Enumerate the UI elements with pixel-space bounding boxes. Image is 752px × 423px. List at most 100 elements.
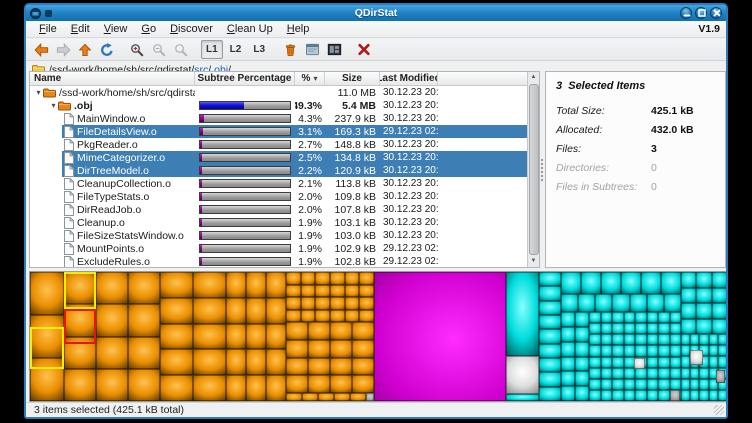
treemap-tile-cyan[interactable] [589, 312, 601, 323]
treemap-tile-white[interactable] [506, 356, 539, 394]
maximize-button[interactable] [695, 7, 707, 19]
treemap-tile-cyan[interactable] [506, 272, 539, 356]
treemap-tile-cyan[interactable] [635, 368, 647, 379]
treemap-tile-cyan[interactable] [664, 294, 681, 312]
treemap-tile-cyan[interactable] [601, 345, 612, 357]
treemap-tile-cyan[interactable] [539, 286, 561, 301]
treemap-tile-cyan[interactable] [635, 345, 647, 357]
treemap-tile-cyan[interactable] [601, 379, 612, 390]
treemap-tile-orange[interactable] [128, 304, 160, 337]
treemap-tile-orange[interactable] [193, 349, 226, 375]
treemap-tile-cyan[interactable] [575, 327, 589, 342]
resize-grip[interactable] [714, 405, 724, 415]
treemap-tile-orange[interactable] [352, 340, 374, 358]
treemap-tile-cyan[interactable] [681, 319, 696, 334]
treemap-tile-cyan[interactable] [670, 334, 681, 345]
treemap-tile-orange[interactable] [308, 375, 330, 393]
treemap-tile-cyan[interactable] [601, 312, 612, 323]
treemap-tile-cyan[interactable] [658, 390, 670, 401]
menu-go[interactable]: Go [134, 23, 163, 35]
treemap-tile-cyan[interactable] [709, 345, 718, 356]
up-button[interactable] [75, 40, 95, 59]
treemap-tile-cyan[interactable] [589, 390, 601, 401]
treemap-tile-cyan[interactable] [612, 357, 624, 368]
treemap-tile-cyan[interactable] [630, 294, 647, 312]
treemap-tile-orange[interactable] [315, 310, 330, 322]
table-row[interactable]: FileTypeStats.o2.0%109.8 kB30.12.23 20:4… [30, 190, 539, 203]
treemap-tile-orange[interactable] [193, 375, 226, 401]
title-bar[interactable]: QDirStat [26, 5, 726, 21]
treemap-tile-cyan[interactable] [658, 334, 670, 345]
table-row[interactable]: MountPoints.o1.9%102.9 kB29.12.23 02:52 [30, 242, 539, 255]
treemap-tile-orange[interactable] [246, 298, 266, 324]
menu-discover[interactable]: Discover [163, 23, 220, 35]
treemap-tile-cyan[interactable] [647, 379, 658, 390]
treemap-tile-cyan[interactable] [612, 390, 624, 401]
treemap-tile-cyan[interactable] [641, 272, 661, 294]
table-row[interactable]: ▾.obj49.3%5.4 MB30.12.23 20:43 [30, 99, 539, 112]
treemap-tile-orange[interactable] [359, 285, 374, 297]
treemap-tile-orange[interactable] [345, 272, 359, 285]
treemap-tile-cyan[interactable] [624, 323, 635, 334]
treemap-tile-orange[interactable] [352, 358, 374, 375]
treemap-tile-cyan[interactable] [670, 379, 681, 390]
treemap-tile-cyan[interactable] [539, 387, 561, 401]
treemap-tile-orange[interactable] [359, 297, 374, 310]
menu-edit[interactable]: Edit [64, 23, 97, 35]
treemap-tile-cyan[interactable] [635, 312, 647, 323]
treemap-tile-cyan[interactable] [612, 379, 624, 390]
treemap-tile-cyan[interactable] [561, 327, 575, 342]
treemap-tile-orange[interactable] [345, 310, 359, 322]
table-row[interactable]: PkgReader.o2.7%148.8 kB30.12.23 20:43 [30, 138, 539, 151]
treemap-tile-cyan[interactable] [658, 357, 670, 368]
treemap-tile-orange[interactable] [160, 298, 193, 324]
treemap-tile-cyan[interactable] [658, 345, 670, 357]
treemap-tile-cyan[interactable] [658, 368, 670, 379]
treemap-tile-orange[interactable] [345, 285, 359, 297]
treemap-tile-cyan[interactable] [561, 342, 575, 357]
treemap-tile-gray[interactable] [670, 390, 680, 401]
treemap-tile-orange[interactable] [128, 337, 160, 369]
treemap-tile-orange[interactable] [226, 272, 246, 298]
treemap-tile-orange[interactable] [286, 272, 301, 285]
treemap-tile-cyan[interactable] [690, 379, 699, 390]
treemap-tile-cyan[interactable] [539, 358, 561, 372]
treemap-tile-orange[interactable] [286, 322, 308, 340]
treemap-tile-orange[interactable] [315, 297, 330, 310]
treemap-tile-cyan[interactable] [624, 379, 635, 390]
treemap-tile-orange[interactable] [246, 324, 266, 349]
treemap-tile-orange[interactable] [193, 324, 226, 349]
forward-button[interactable] [53, 40, 73, 59]
treemap-tile-orange[interactable] [352, 322, 374, 340]
treemap-tile-orange[interactable] [160, 272, 193, 298]
treemap-tile-cyan[interactable] [635, 379, 647, 390]
treemap-tile-cyan[interactable] [647, 368, 658, 379]
treemap-tile-cyan[interactable] [539, 329, 561, 344]
table-row[interactable]: DirTreeModel.o2.2%120.9 kB30.12.23 20:43 [30, 164, 539, 177]
scroll-up-icon[interactable]: ▲ [531, 72, 537, 83]
treemap-tile-cyan[interactable] [624, 390, 635, 401]
treemap-tile-orange[interactable] [64, 369, 96, 401]
treemap-tile-orange[interactable] [350, 393, 366, 401]
layout-3-button[interactable]: L3 [248, 40, 270, 59]
treemap-tile-cyan[interactable] [690, 334, 699, 345]
treemap-tile-cyan[interactable] [589, 368, 601, 379]
treemap-tile-cyan[interactable] [709, 334, 718, 345]
treemap-tile-orange[interactable] [128, 272, 160, 304]
treemap-tile-cyan[interactable] [612, 312, 624, 323]
treemap-tile-cyan[interactable] [647, 345, 658, 357]
treemap-tile-cyan[interactable] [670, 312, 681, 323]
treemap-tile-cyan[interactable] [709, 356, 718, 368]
treemap-tile-cyan[interactable] [712, 319, 727, 334]
table-row[interactable]: FileDetailsView.o3.1%169.3 kB29.12.23 02… [30, 125, 539, 138]
treemap-tile-orange[interactable] [301, 297, 315, 310]
treemap-tile-orange[interactable] [345, 297, 359, 310]
treemap-tile-cyan[interactable] [635, 323, 647, 334]
treemap-tile-cyan[interactable] [635, 390, 647, 401]
treemap-tile-cyan[interactable] [561, 312, 575, 327]
treemap-tile-cyan[interactable] [658, 379, 670, 390]
treemap-tile-orange[interactable] [302, 393, 318, 401]
expand-arrow-icon[interactable]: ▾ [34, 88, 43, 97]
back-button[interactable] [31, 40, 51, 59]
table-row[interactable]: MainWindow.o4.3%237.9 kB30.12.23 20:43 [30, 112, 539, 125]
